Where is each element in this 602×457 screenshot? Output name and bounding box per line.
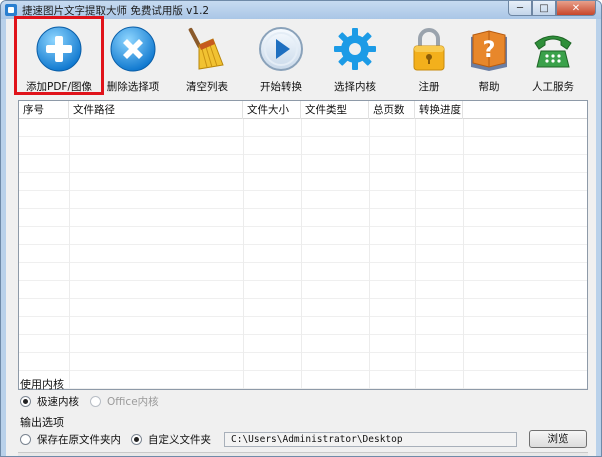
help-book-icon: ? — [471, 30, 507, 71]
client-area: 添加PDF/图像 删除选择项 清空列表 开始转换 选择内核 注册 ? 帮助 人工… — [6, 16, 596, 456]
column-divider — [463, 119, 464, 389]
broom-icon — [188, 27, 224, 70]
engine-fast-label: 极速内核 — [37, 396, 79, 408]
svg-text:?: ? — [483, 38, 496, 63]
select-engine-button[interactable]: 选择内核 — [318, 19, 392, 97]
lock-icon — [413, 28, 445, 71]
output-path-field[interactable]: C:\Users\Administrator\Desktop — [224, 432, 517, 447]
table-body — [19, 119, 587, 389]
delete-selected-label: 删除选择项 — [106, 81, 160, 93]
window-controls: ─ □ ✕ — [508, 1, 596, 17]
close-button[interactable]: ✕ — [556, 1, 596, 16]
output-custom-folder-radio[interactable] — [131, 434, 142, 445]
output-original-folder-radio[interactable] — [20, 434, 31, 445]
output-group-title: 输出选项 — [20, 416, 64, 429]
column-header-type[interactable]: 文件类型 — [301, 101, 369, 119]
output-custom-folder-label: 自定义文件夹 — [148, 434, 211, 446]
engine-office-option: Office内核 — [90, 394, 159, 409]
engine-office-label: Office内核 — [107, 396, 159, 408]
column-header-size[interactable]: 文件大小 — [243, 101, 301, 119]
column-divider — [243, 119, 244, 389]
highlight-box — [14, 16, 104, 95]
play-icon — [259, 27, 303, 71]
engine-group-title: 使用内核 — [20, 378, 64, 391]
column-header-progress[interactable]: 转换进度 — [415, 101, 463, 119]
engine-office-radio — [90, 396, 101, 407]
manual-service-button[interactable]: 人工服务 — [516, 19, 590, 97]
start-convert-label: 开始转换 — [260, 81, 302, 93]
toolbar: 添加PDF/图像 删除选择项 清空列表 开始转换 选择内核 注册 ? 帮助 人工… — [6, 16, 596, 99]
help-button[interactable]: ? 帮助 — [452, 19, 526, 97]
delete-circle-icon — [110, 26, 156, 72]
browse-button[interactable]: 浏览 — [529, 430, 587, 448]
clear-list-button[interactable]: 清空列表 — [170, 19, 244, 97]
maximize-button[interactable]: □ — [532, 1, 556, 16]
minimize-button[interactable]: ─ — [508, 1, 532, 16]
select-engine-label: 选择内核 — [334, 81, 376, 93]
output-original-folder-label: 保存在原文件夹内 — [37, 434, 121, 446]
clear-list-label: 清空列表 — [186, 81, 228, 93]
output-original-folder-option[interactable]: 保存在原文件夹内 — [20, 432, 121, 447]
phone-icon — [534, 35, 572, 68]
column-header-pages[interactable]: 总页数 — [369, 101, 415, 119]
file-table[interactable]: 序号 文件路径 文件大小 文件类型 总页数 转换进度 — [18, 100, 588, 390]
app-window: 捷速图片文字提取大师 免费试用版 v1.2 ─ □ ✕ 添加PDF/图像 删除选… — [0, 0, 602, 457]
app-icon — [5, 4, 17, 16]
table-header: 序号 文件路径 文件大小 文件类型 总页数 转换进度 — [19, 101, 587, 119]
engine-fast-option[interactable]: 极速内核 — [20, 394, 79, 409]
status-bar — [18, 452, 588, 456]
output-custom-folder-option[interactable]: 自定义文件夹 — [131, 432, 211, 447]
start-convert-button[interactable]: 开始转换 — [244, 19, 318, 97]
help-label: 帮助 — [478, 81, 500, 93]
column-divider — [415, 119, 416, 389]
column-divider — [69, 119, 70, 389]
column-header-index[interactable]: 序号 — [19, 101, 69, 119]
column-header-path[interactable]: 文件路径 — [69, 101, 243, 119]
engine-fast-radio[interactable] — [20, 396, 31, 407]
delete-selected-button[interactable]: 删除选择项 — [96, 19, 170, 97]
gear-icon — [334, 28, 376, 70]
column-divider — [369, 119, 370, 389]
manual-service-label: 人工服务 — [532, 81, 574, 93]
column-divider — [301, 119, 302, 389]
